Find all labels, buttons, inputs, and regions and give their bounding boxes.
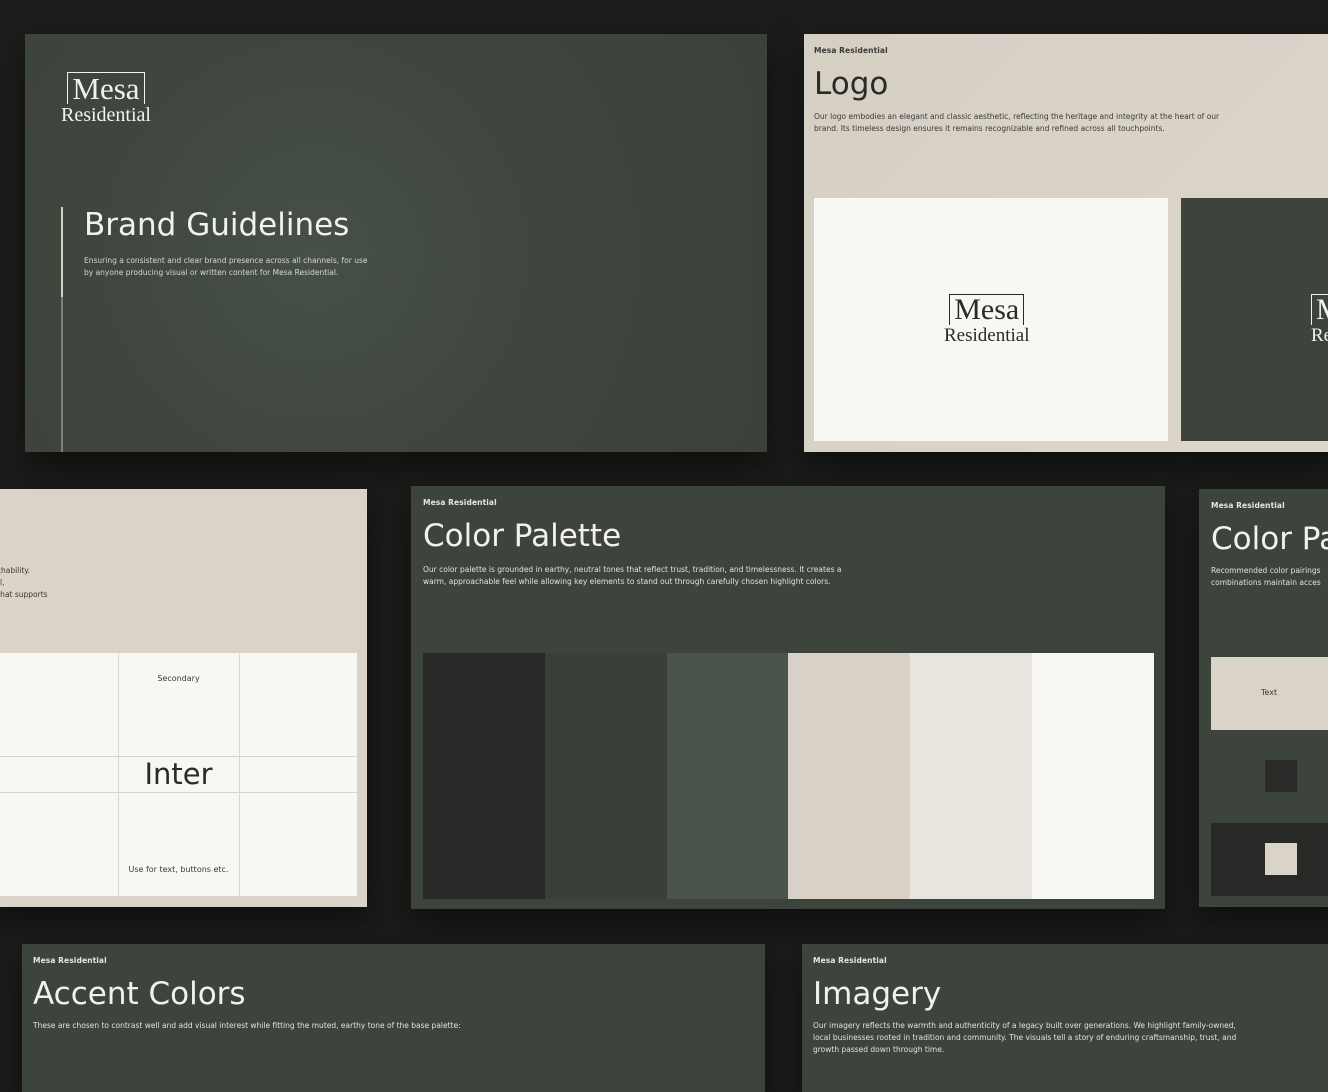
slide-body: Our logo embodies an elegant and classic…	[814, 111, 1219, 135]
pairing-row-sand: Text	[1211, 657, 1328, 730]
cover-subtitle: Ensuring a consistent and clear brand pr…	[84, 255, 368, 279]
body-line: growth passed down through time.	[813, 1045, 945, 1054]
slide-eyebrow: Mesa Residential	[33, 956, 107, 965]
slide-eyebrow: Mesa Residential	[814, 46, 888, 55]
body-line: Our logo embodies an elegant and classic…	[814, 112, 1220, 121]
pairing-row-forest	[1211, 740, 1328, 813]
logo-word-mesa: M	[1311, 294, 1328, 325]
slide-title: Imagery	[813, 976, 942, 1012]
pairing-chip	[1265, 843, 1297, 875]
slide-title: Accent Colors	[33, 976, 246, 1012]
typeface-role-label: Secondary	[157, 674, 200, 683]
logo-dark-on-light: Mesa Residential	[944, 294, 1029, 345]
body-line: eutral,	[0, 578, 5, 587]
accent-colors-slide[interactable]: Mesa Residential Accent Colors These are…	[22, 944, 765, 1092]
slide-body: Our color palette is grounded in earthy,…	[423, 564, 841, 588]
cover-logo: Mesa Residential	[61, 72, 151, 125]
body-line: These are chosen to contrast well and ad…	[33, 1021, 461, 1030]
body-line: warm, approachable feel while allowing k…	[423, 577, 831, 586]
pairing-text-sample: Text	[1261, 688, 1278, 697]
color-swatch-sage[interactable]	[666, 653, 789, 899]
color-swatch-ivory[interactable]	[1032, 653, 1154, 899]
logo-light-on-dark: M Re	[1311, 294, 1328, 345]
pairing-row-charcoal	[1211, 823, 1328, 896]
slide-body: proachability. eutral, tem that supports	[0, 565, 48, 601]
typeface-specimen-grid: Secondary Inter Use for text, buttons et…	[0, 653, 357, 896]
slide-title: Color Pa	[1211, 521, 1328, 557]
palette-swatches	[423, 653, 1154, 899]
grid-line	[239, 653, 240, 896]
color-swatch-sand[interactable]	[788, 653, 911, 899]
cover-divider-accent	[61, 207, 63, 297]
cover-slide[interactable]: Mesa Residential Brand Guidelines Ensuri…	[25, 34, 767, 452]
logo-word-residential: Residential	[61, 104, 151, 126]
slide-eyebrow: Mesa Residential	[813, 956, 887, 965]
body-line: brand. Its timeless design ensures it re…	[814, 124, 1165, 133]
logo-word-mesa: Mesa	[67, 72, 145, 104]
cover-title: Brand Guidelines	[84, 207, 350, 243]
grid-line	[0, 792, 357, 793]
body-line: tem that supports	[0, 590, 48, 599]
color-pairings-slide[interactable]: Mesa Residential Color Pa Recommended co…	[1199, 489, 1328, 907]
typeface-name: Inter	[144, 757, 213, 791]
imagery-slide[interactable]: Mesa Residential Imagery Our imagery ref…	[802, 944, 1328, 1092]
slide-body: Our imagery reflects the warmth and auth…	[813, 1020, 1236, 1056]
logo-slide[interactable]: Mesa Residential Logo Our logo embodies …	[804, 34, 1328, 452]
logo-word-residential: Re	[1311, 325, 1328, 346]
typography-slide[interactable]: proachability. eutral, tem that supports…	[0, 489, 367, 907]
slide-title: Logo	[814, 66, 889, 102]
body-line: Recommended color pairings	[1211, 566, 1321, 575]
pairing-chip	[1265, 760, 1297, 792]
color-swatch-deep-forest[interactable]	[544, 653, 667, 899]
slide-eyebrow: Mesa Residential	[1211, 501, 1285, 510]
logo-light-preview: Mesa Residential	[814, 198, 1168, 441]
body-line: Our imagery reflects the warmth and auth…	[813, 1021, 1236, 1030]
slide-body: Recommended color pairings combinations …	[1211, 565, 1321, 589]
cover-subtitle-line: by anyone producing visual or written co…	[84, 268, 339, 277]
slide-title: Color Palette	[423, 518, 622, 554]
color-swatch-linen[interactable]	[910, 653, 1033, 899]
logo-word-residential: Residential	[944, 325, 1030, 346]
slide-eyebrow: Mesa Residential	[423, 498, 497, 507]
logo-dark-preview: M Re	[1181, 198, 1328, 441]
body-line: combinations maintain acces	[1211, 578, 1321, 587]
typeface-usage: Use for text, buttons etc.	[128, 865, 229, 874]
body-line: local businesses rooted in tradition and…	[813, 1033, 1237, 1042]
slide-body: These are chosen to contrast well and ad…	[33, 1020, 461, 1032]
cover-subtitle-line: Ensuring a consistent and clear brand pr…	[84, 256, 368, 265]
color-palette-slide[interactable]: Mesa Residential Color Palette Our color…	[411, 486, 1165, 909]
body-line: Our color palette is grounded in earthy,…	[423, 565, 842, 574]
color-swatch-charcoal[interactable]	[423, 653, 545, 899]
logo-word-mesa: Mesa	[949, 294, 1025, 325]
body-line: proachability.	[0, 566, 31, 575]
